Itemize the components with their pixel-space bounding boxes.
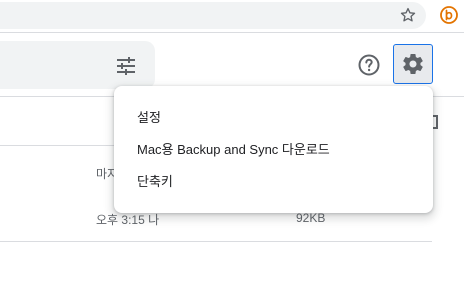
search-options-icon[interactable] bbox=[114, 54, 138, 78]
file-modified-date: 오후 3:15 나 bbox=[96, 213, 160, 227]
gear-icon bbox=[403, 53, 423, 74]
table-row-divider bbox=[0, 241, 432, 242]
help-icon[interactable] bbox=[357, 53, 381, 77]
browser-toolbar bbox=[0, 0, 464, 33]
file-size: 92KB bbox=[296, 211, 326, 225]
extension-icon[interactable] bbox=[439, 5, 459, 25]
menu-item-download-backup-and-sync[interactable]: Mac용 Backup and Sync 다운로드 bbox=[114, 132, 433, 164]
settings-button[interactable] bbox=[393, 44, 433, 84]
address-bar[interactable] bbox=[0, 2, 426, 29]
menu-item-keyboard-shortcuts[interactable]: 단축키 bbox=[114, 164, 433, 196]
settings-menu: 설정 Mac용 Backup and Sync 다운로드 단축키 bbox=[114, 86, 433, 213]
search-bar[interactable] bbox=[0, 41, 155, 89]
menu-item-label: 단축키 bbox=[137, 173, 173, 189]
menu-item-label: Mac용 Backup and Sync 다운로드 bbox=[137, 141, 330, 157]
menu-item-settings[interactable]: 설정 bbox=[114, 100, 433, 132]
menu-item-label: 설정 bbox=[137, 109, 161, 125]
star-icon[interactable] bbox=[399, 6, 417, 24]
